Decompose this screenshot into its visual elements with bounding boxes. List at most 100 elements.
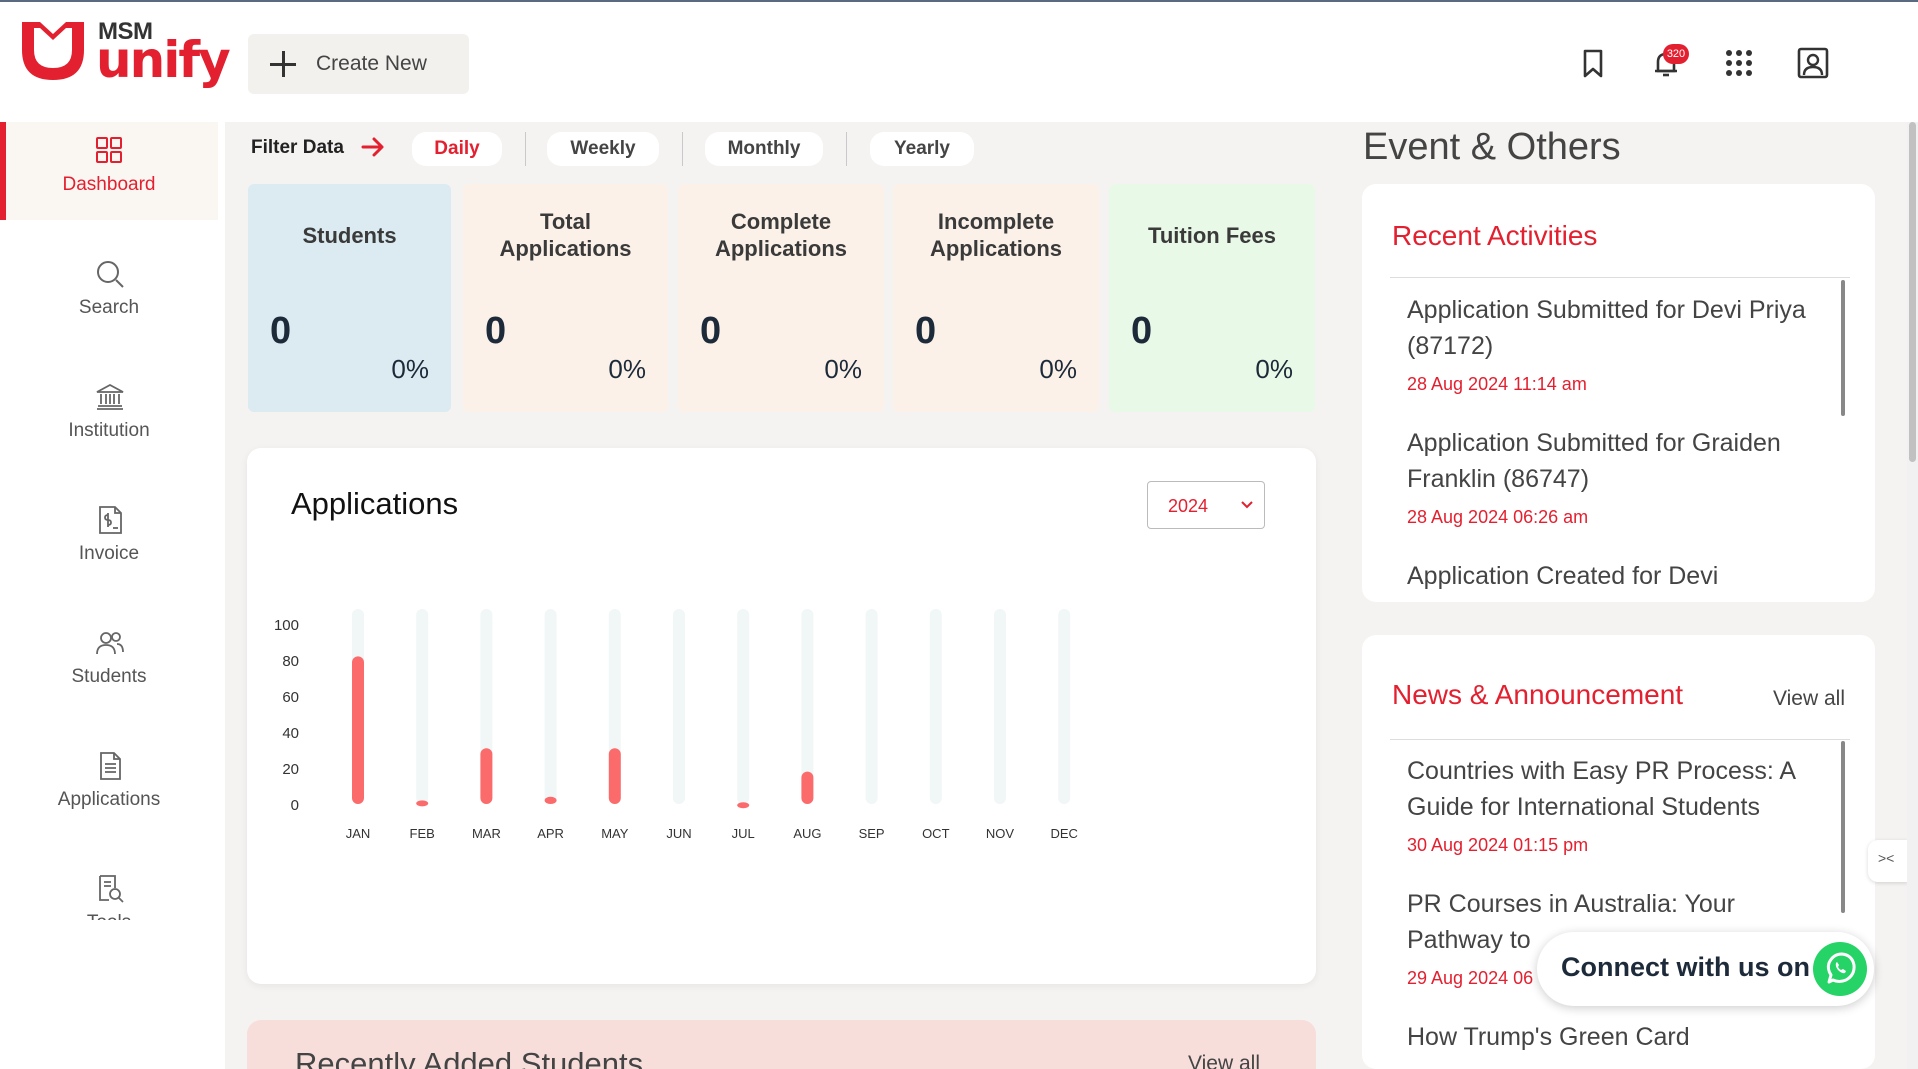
x-tick-label: APR xyxy=(537,826,564,841)
bar-aug[interactable] xyxy=(801,771,814,804)
year-select-value: 2024 xyxy=(1168,496,1209,516)
news-item-date: 29 Aug 2024 06 xyxy=(1407,968,1534,988)
bar-track xyxy=(1058,609,1071,804)
bookmark-icon[interactable] xyxy=(1576,46,1610,80)
user-profile-icon[interactable] xyxy=(1796,46,1830,80)
bar-track xyxy=(994,609,1006,804)
students-icon xyxy=(96,632,124,655)
filter-monthly-button[interactable]: Monthly xyxy=(705,132,823,166)
x-tick-label: JUN xyxy=(666,826,691,841)
filter-divider xyxy=(525,132,526,166)
stat-card-students[interactable]: Students 0 0% xyxy=(248,184,451,412)
recently-added-view-all-link[interactable]: View all xyxy=(1188,1052,1260,1069)
search-icon xyxy=(97,261,124,288)
sidebar-item-label: Tools xyxy=(0,912,218,920)
news-scrollbar[interactable] xyxy=(1841,741,1845,913)
year-select[interactable]: 2024 xyxy=(1147,481,1265,529)
chat-side-tab[interactable]: >< xyxy=(1868,840,1908,882)
x-tick-label: AUG xyxy=(793,826,821,841)
stat-value: 0 xyxy=(700,310,722,352)
stat-percent: 0% xyxy=(1039,354,1077,384)
stat-value: 0 xyxy=(1131,310,1153,352)
x-tick-label: OCT xyxy=(922,826,950,841)
bar-mar[interactable] xyxy=(480,748,493,804)
event-others-title: Event & Others xyxy=(1363,126,1621,168)
stat-title: Students xyxy=(302,223,397,248)
chevron-down-icon xyxy=(1241,501,1253,509)
stat-percent: 0% xyxy=(391,354,429,384)
activity-item-title[interactable]: Application Submitted for Devi Priya (87… xyxy=(1407,292,1827,364)
bar-jul[interactable] xyxy=(737,802,750,809)
stat-title: Complete Applications xyxy=(714,209,847,261)
sidebar-item-tools[interactable]: Tools xyxy=(0,860,218,920)
news-item-title[interactable]: How Trump's Green Card xyxy=(1407,1019,1827,1055)
filter-weekly-button[interactable]: Weekly xyxy=(547,132,659,166)
bar-track xyxy=(416,609,429,804)
stat-percent: 0% xyxy=(1255,354,1293,384)
x-tick-label: JUL xyxy=(732,826,755,841)
y-tick-label: 20 xyxy=(282,761,299,778)
sidebar-item-institution[interactable]: Institution xyxy=(0,368,218,466)
news-view-all-link[interactable]: View all xyxy=(1773,687,1845,711)
notification-count-badge: 320 xyxy=(1663,44,1689,64)
top-header: MSM unify Create New 320 xyxy=(0,0,1918,122)
logo-unify-text: unify xyxy=(96,31,231,89)
stat-title: Incomplete Applications xyxy=(929,209,1062,261)
sidebar-item-label: Dashboard xyxy=(62,174,156,195)
stat-card-complete-applications[interactable]: Complete Applications 0 0% xyxy=(678,184,884,412)
whatsapp-connect-button[interactable]: Connect with us on xyxy=(1537,932,1874,1006)
stat-title: Total Applications xyxy=(499,209,632,261)
create-new-label: Create New xyxy=(316,52,427,75)
sidebar-item-label: Invoice xyxy=(78,543,140,564)
filter-divider xyxy=(846,132,847,166)
bar-track xyxy=(737,609,750,804)
activities-scrollbar[interactable] xyxy=(1841,280,1845,416)
page-scrollbar-thumb[interactable] xyxy=(1909,122,1916,462)
stat-card-incomplete-applications[interactable]: Incomplete Applications 0 0% xyxy=(893,184,1099,412)
page-scrollbar[interactable] xyxy=(1907,122,1918,1069)
sidebar-item-invoice[interactable]: Invoice xyxy=(0,491,218,589)
y-tick-label: 0 xyxy=(291,797,299,814)
activity-item-title[interactable]: Application Submitted for Graiden Frankl… xyxy=(1407,425,1827,497)
sidebar-item-dashboard[interactable]: Dashboard xyxy=(0,122,218,220)
stat-card-tuition-fees[interactable]: Tuition Fees 0 0% xyxy=(1109,184,1315,412)
y-tick-label: 40 xyxy=(282,725,299,742)
stat-title: Tuition Fees xyxy=(1148,223,1276,248)
stat-percent: 0% xyxy=(608,354,646,384)
bar-feb[interactable] xyxy=(416,800,429,807)
sidebar-item-label: Students xyxy=(71,666,147,687)
bar-may[interactable] xyxy=(608,748,621,804)
apps-grid-icon[interactable] xyxy=(1722,46,1756,80)
logo-mark-icon xyxy=(22,22,84,80)
applications-chart-title: Applications xyxy=(291,486,459,521)
stat-value: 0 xyxy=(485,310,507,352)
bar-jan[interactable] xyxy=(352,656,364,804)
filter-divider xyxy=(682,132,683,166)
y-tick-label: 100 xyxy=(274,617,299,634)
filter-daily-button[interactable]: Daily xyxy=(412,132,502,166)
sidebar-item-students[interactable]: Students xyxy=(0,614,218,712)
news-item-date: 30 Aug 2024 01:15 pm xyxy=(1407,835,1589,855)
filter-yearly-button[interactable]: Yearly xyxy=(870,132,974,166)
stat-value: 0 xyxy=(270,310,292,352)
recent-activities-panel: Recent Activities Application Submitted … xyxy=(1362,184,1875,602)
bar-track xyxy=(865,609,878,804)
dashboard-grid-icon xyxy=(96,137,122,163)
stat-value: 0 xyxy=(915,310,937,352)
y-tick-label: 80 xyxy=(282,653,299,670)
sidebar-item-applications[interactable]: Applications xyxy=(0,737,218,835)
activity-item-title[interactable]: Application Created for Devi xyxy=(1407,558,1827,594)
news-item-title[interactable]: Countries with Easy PR Process: A Guide … xyxy=(1407,753,1827,825)
recently-added-students-card: Recently Added Students View all xyxy=(247,1020,1316,1069)
x-tick-label: FEB xyxy=(410,826,435,841)
bar-apr[interactable] xyxy=(544,796,557,804)
whatsapp-icon xyxy=(1813,942,1867,996)
app-root: MSM unify Create New 320 Dashboard Searc… xyxy=(0,0,1918,1069)
stat-card-total-applications[interactable]: Total Applications 0 0% xyxy=(463,184,668,412)
msm-unify-logo[interactable]: MSM unify xyxy=(18,18,231,88)
stat-percent: 0% xyxy=(824,354,862,384)
invoice-icon xyxy=(99,506,122,534)
create-new-button[interactable]: Create New xyxy=(248,34,469,94)
sidebar-item-search[interactable]: Search xyxy=(0,245,218,343)
sidebar-item-label: Applications xyxy=(57,789,161,810)
